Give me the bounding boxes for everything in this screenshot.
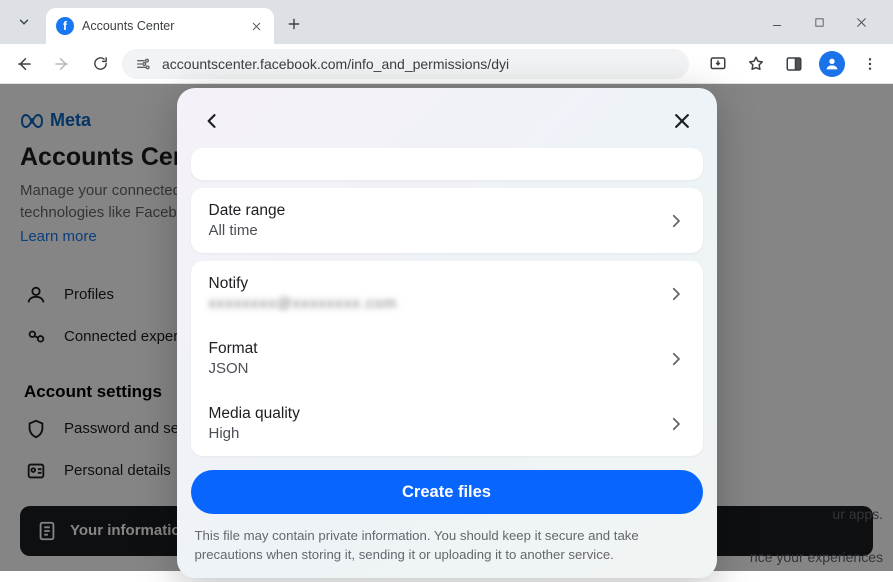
row-value: All time <box>209 222 286 239</box>
notify-row[interactable]: Notify xxxxxxxx@xxxxxxxx.com <box>191 261 703 326</box>
arrow-left-icon <box>15 55 33 73</box>
modal-top-card <box>191 148 703 180</box>
close-icon <box>251 21 262 32</box>
new-tab-button[interactable] <box>280 10 308 38</box>
window-close-button[interactable] <box>851 12 871 32</box>
page-content: Meta Accounts Center Manage your connect… <box>0 84 893 571</box>
row-value: xxxxxxxx@xxxxxxxx.com <box>209 295 398 312</box>
site-settings-icon[interactable] <box>134 55 152 73</box>
tab-close-button[interactable] <box>248 18 264 34</box>
profile-button[interactable] <box>817 49 847 79</box>
download-info-modal: Date range All time Notify xxxxxxxx@xxxx… <box>177 88 717 578</box>
row-label: Media quality <box>209 405 300 423</box>
modal-close-button[interactable] <box>665 104 699 138</box>
row-label: Date range <box>209 202 286 220</box>
browser-tab-active[interactable]: f Accounts Center <box>46 8 274 44</box>
window-maximize-button[interactable] <box>809 12 829 32</box>
chevron-down-icon <box>17 15 31 29</box>
tune-icon <box>135 56 151 72</box>
kebab-menu-button[interactable] <box>855 49 885 79</box>
arrow-right-icon <box>53 55 71 73</box>
facebook-favicon-icon: f <box>56 17 74 35</box>
nav-forward-button[interactable] <box>46 48 78 80</box>
row-label: Format <box>209 340 258 358</box>
install-icon <box>709 55 727 73</box>
address-url: accountscenter.facebook.com/info_and_per… <box>162 56 509 72</box>
chevron-right-icon <box>667 212 685 230</box>
chevron-left-icon <box>202 111 222 131</box>
close-icon <box>855 16 868 29</box>
nav-reload-button[interactable] <box>84 48 116 80</box>
window-minimize-button[interactable] <box>767 12 787 32</box>
row-value: JSON <box>209 360 258 377</box>
tab-search-button[interactable] <box>6 6 42 38</box>
minimize-icon <box>771 16 783 28</box>
modal-disclaimer: This file may contain private informatio… <box>191 526 703 564</box>
media-quality-row[interactable]: Media quality High <box>191 391 703 456</box>
dots-vertical-icon <box>862 56 878 72</box>
row-value: High <box>209 425 300 442</box>
chevron-right-icon <box>667 350 685 368</box>
tab-title: Accounts Center <box>82 19 240 33</box>
chevron-right-icon <box>667 415 685 433</box>
plus-icon <box>287 17 301 31</box>
bookmark-button[interactable] <box>741 49 771 79</box>
browser-toolbar: accountscenter.facebook.com/info_and_per… <box>0 44 893 84</box>
close-icon <box>672 111 692 131</box>
profile-avatar-icon <box>819 51 845 77</box>
install-app-button[interactable] <box>703 49 733 79</box>
address-bar[interactable]: accountscenter.facebook.com/info_and_per… <box>122 49 689 79</box>
chevron-right-icon <box>667 285 685 303</box>
date-range-row[interactable]: Date range All time <box>191 188 703 253</box>
create-files-button[interactable]: Create files <box>191 470 703 514</box>
sidepanel-icon <box>785 55 803 73</box>
options-card: Notify xxxxxxxx@xxxxxxxx.com Format JSON… <box>191 261 703 456</box>
window-controls <box>767 0 893 44</box>
maximize-icon <box>814 17 825 28</box>
sidepanel-button[interactable] <box>779 49 809 79</box>
toolbar-right-icons <box>695 49 885 79</box>
date-range-card: Date range All time <box>191 188 703 253</box>
format-row[interactable]: Format JSON <box>191 326 703 391</box>
modal-back-button[interactable] <box>195 104 229 138</box>
nav-back-button[interactable] <box>8 48 40 80</box>
browser-tabstrip: f Accounts Center <box>0 0 893 44</box>
star-icon <box>747 55 765 73</box>
row-label: Notify <box>209 275 398 293</box>
reload-icon <box>92 55 109 72</box>
